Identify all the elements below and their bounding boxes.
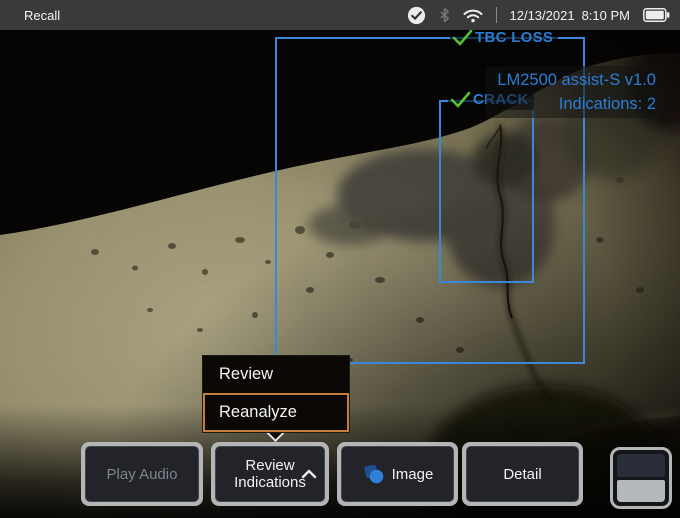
play-audio-button[interactable]: Play Audio [85,446,199,502]
play-audio-button-frame: Play Audio [81,442,203,506]
app-screen: Recall 12/13/2021 8:10 PM [0,0,680,518]
checkmark-circle-icon [407,6,426,25]
status-time: 8:10 PM [582,8,630,23]
detection-box-crack [439,100,534,283]
check-icon [450,91,471,108]
menu-item-review[interactable]: Review [203,356,349,393]
status-bar: Recall 12/13/2021 8:10 PM [0,0,680,30]
status-divider [496,7,497,23]
image-label: Image [392,466,434,483]
screen-toggle-bottom-half [617,480,665,502]
assist-indications-count: Indications: 2 [486,92,656,116]
detail-button[interactable]: Detail [466,446,579,502]
detail-label: Detail [503,466,541,483]
assist-title: LM2500 assist-S v1.0 [486,68,656,92]
review-indications-button[interactable]: Review Indications [215,446,325,502]
menu-item-reanalyze[interactable]: Reanalyze [203,393,349,432]
check-icon [452,29,473,46]
review-indications-label: Review Indications [229,457,311,491]
play-audio-label: Play Audio [107,466,178,483]
status-date: 12/13/2021 [510,8,575,23]
review-indications-menu: Review Reanalyze [202,355,350,433]
status-icons: 12/13/2021 8:10 PM [407,0,671,30]
battery-icon [643,8,670,22]
detail-button-frame: Detail [462,442,583,506]
screen-toggle-top-half [617,454,665,477]
detection-label-text: TBC LOSS [475,29,553,46]
review-indications-button-frame: Review Indications [211,442,329,506]
screen-toggle-button[interactable] [610,447,672,509]
screen-title: Recall [24,8,60,23]
image-button-frame: Image [337,442,458,506]
wifi-icon [463,8,483,23]
image-button[interactable]: Image [341,446,454,502]
image-stack-icon [362,464,384,484]
assist-info-panel: LM2500 assist-S v1.0 Indications: 2 [486,66,664,118]
chevron-up-icon [301,469,317,479]
bluetooth-icon [439,7,450,23]
